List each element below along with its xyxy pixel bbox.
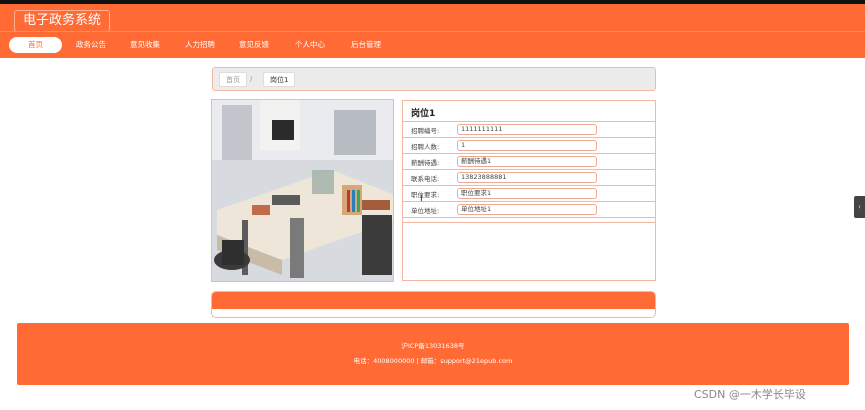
field-row: 招聘人数: 1 <box>403 138 655 154</box>
field-label-headcount: 招聘人数: <box>411 143 440 151</box>
office-image <box>212 100 393 281</box>
site-title[interactable]: 电子政务系统 <box>14 10 111 32</box>
nav-item-opinion-collection[interactable]: 意见收集 <box>122 37 168 53</box>
field-value-salary[interactable]: 薪酬待遇1 <box>457 156 597 167</box>
text-cursor-icon: I <box>420 194 423 204</box>
field-row: 招聘编号: 1111111111 <box>403 122 655 138</box>
divider <box>403 222 655 223</box>
field-row: 联系电话: 13823888881 <box>403 170 655 186</box>
field-row: 单位地址: 单位地址1 <box>403 202 655 218</box>
breadcrumb-current: 岗位1 <box>263 72 296 87</box>
section-header-bar <box>212 292 655 309</box>
breadcrumb-separator: / <box>250 75 253 83</box>
footer-icp: 沪ICP备13031638号 <box>401 342 465 350</box>
breadcrumb-home-link[interactable]: 首页 <box>219 72 247 87</box>
field-label-salary: 薪酬待遇: <box>411 159 440 167</box>
job-detail-panel: 岗位1 招聘编号: 1111111111 招聘人数: 1 薪酬待遇: 薪酬待遇1… <box>402 100 656 281</box>
field-row: 薪酬待遇: 薪酬待遇1 <box>403 154 655 170</box>
nav-item-personal-center[interactable]: 个人中心 <box>287 37 333 53</box>
nav-item-recruitment[interactable]: 人力招聘 <box>177 37 223 53</box>
watermark: CSDN @一木学长毕设 <box>694 388 806 401</box>
footer-contact: 电话：4008000000 | 邮箱：support@21epub.com <box>353 357 513 365</box>
site-header: 电子政务系统 <box>0 4 865 32</box>
field-value-address[interactable]: 单位地址1 <box>457 204 597 215</box>
field-label-recruit-no: 招聘编号: <box>411 127 440 135</box>
nav-item-admin[interactable]: 后台管理 <box>343 37 389 53</box>
side-toggle-icon[interactable]: ‹ <box>854 196 865 218</box>
field-row: 职位要求: 职位要求1 <box>403 186 655 202</box>
nav-item-announcements[interactable]: 政务公告 <box>68 37 114 53</box>
field-value-requirements[interactable]: 职位要求1 <box>457 188 597 199</box>
field-label-address: 单位地址: <box>411 207 440 215</box>
main-nav: 首页 政务公告 意见收集 人力招聘 意见反馈 个人中心 后台管理 <box>0 31 865 58</box>
field-value-phone[interactable]: 13823888881 <box>457 172 597 183</box>
site-footer: 沪ICP备13031638号 电话：4008000000 | 邮箱：suppor… <box>17 323 849 385</box>
field-label-requirements: 职位要求: <box>411 191 440 199</box>
nav-item-home[interactable]: 首页 <box>9 37 62 53</box>
field-value-headcount[interactable]: 1 <box>457 140 597 151</box>
field-label-phone: 联系电话: <box>411 175 440 183</box>
content-section <box>211 291 656 318</box>
job-photo <box>211 99 394 282</box>
breadcrumb: 首页 / 岗位1 <box>212 67 656 91</box>
job-title: 岗位1 <box>411 109 436 119</box>
nav-item-feedback[interactable]: 意见反馈 <box>231 37 277 53</box>
field-value-recruit-no[interactable]: 1111111111 <box>457 124 597 135</box>
